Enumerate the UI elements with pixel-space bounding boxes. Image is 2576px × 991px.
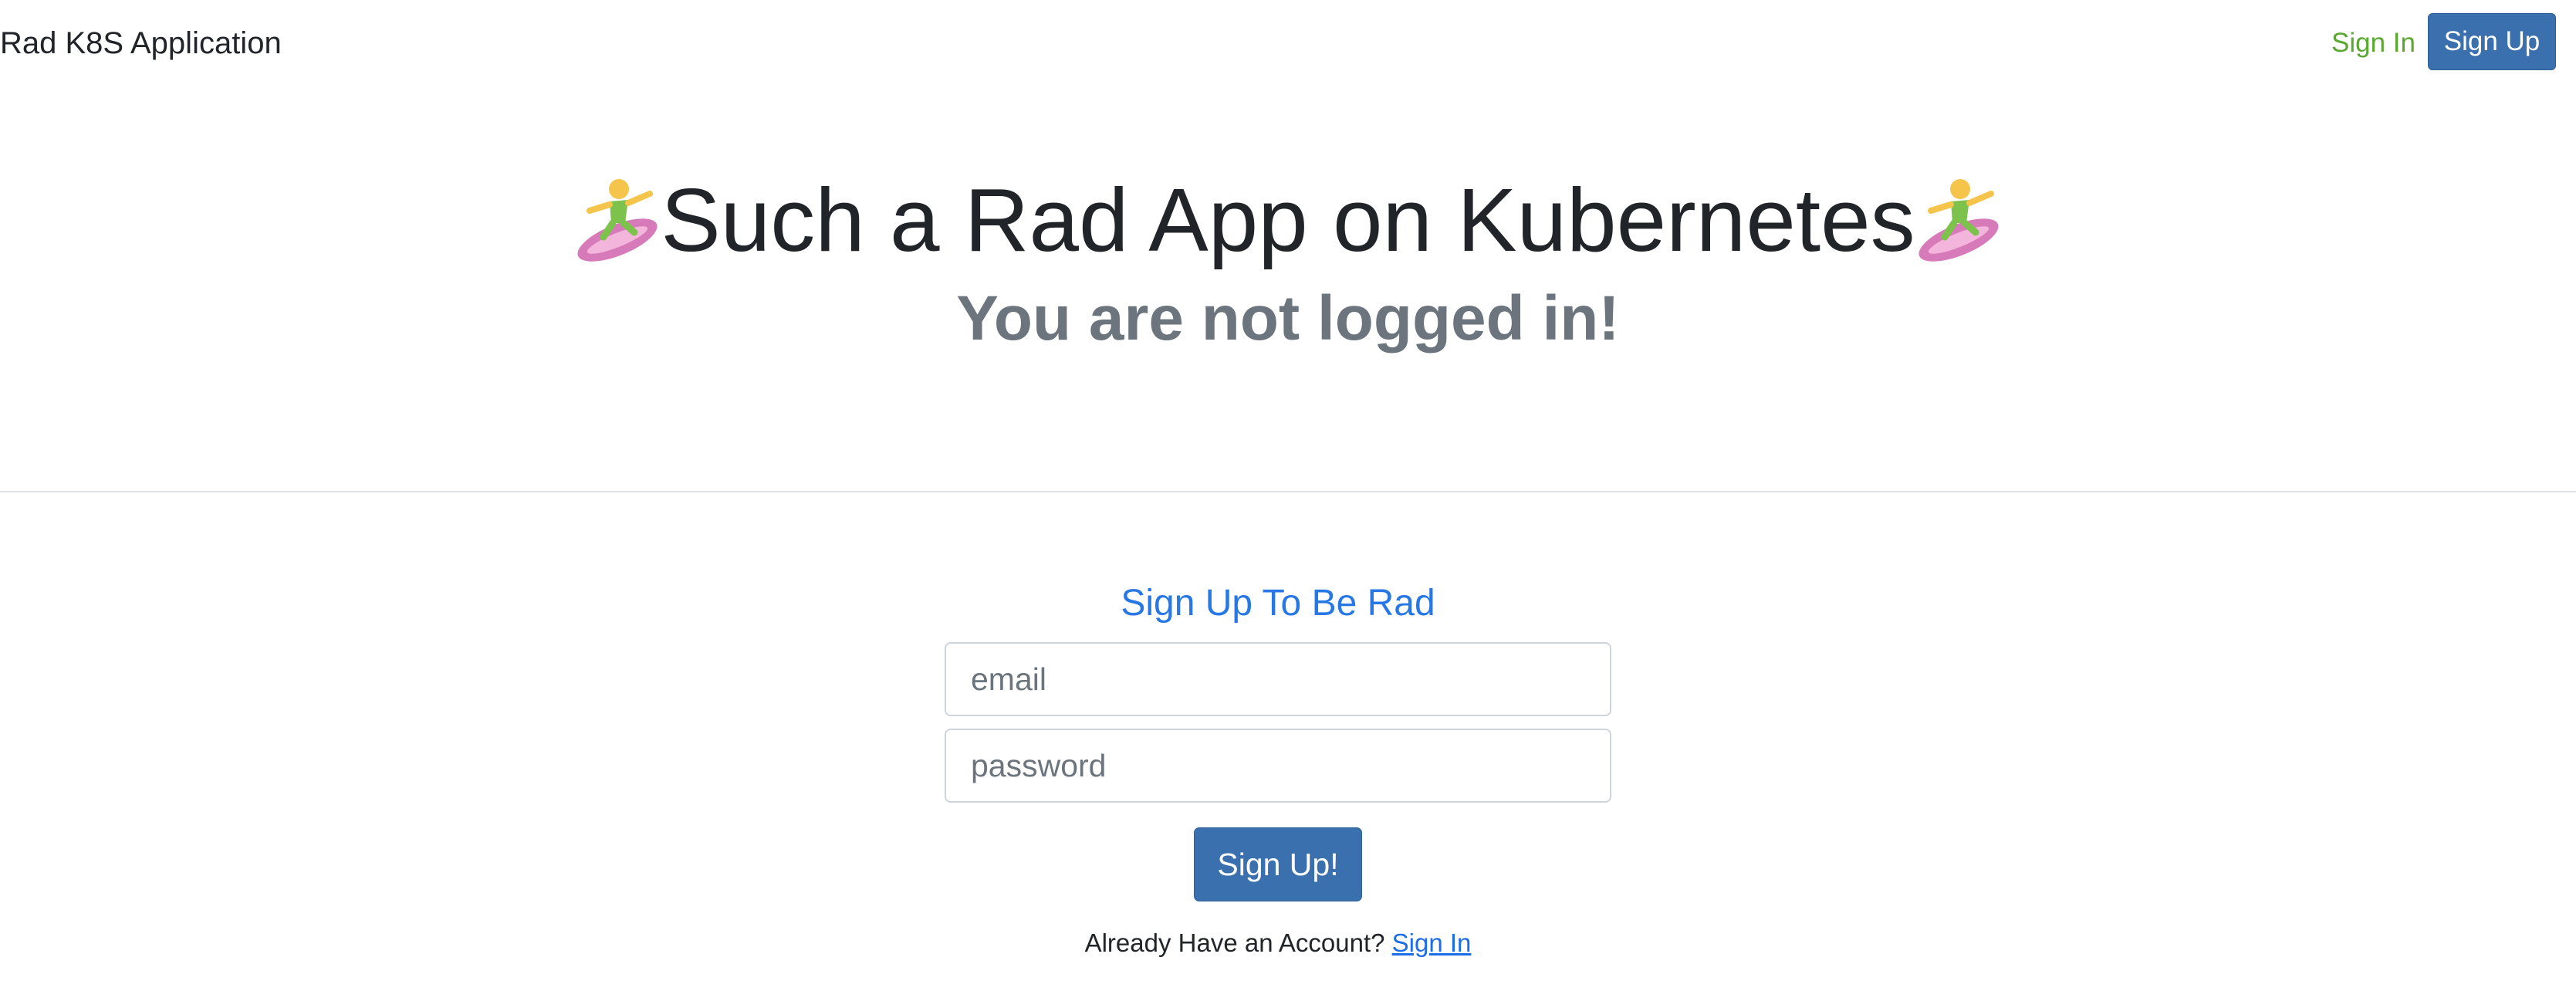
hero-title-text: Such a Rad App on Kubernetes [661,170,1915,270]
signup-submit-button[interactable]: Sign Up! [1194,827,1362,901]
signin-link[interactable]: Sign In [1392,928,1472,957]
signup-form-heading: Sign Up To Be Rad [1121,583,1435,624]
nav-signup-button[interactable]: Sign Up [2428,13,2556,70]
surfer-icon [1918,179,1999,262]
login-status-message: You are not logged in! [956,283,1620,353]
surfer-icon [577,179,658,262]
signin-prompt: Already Have an Account? Sign In [945,928,1611,959]
navbar: Rad K8S Application Sign In Sign Up [0,0,2576,86]
password-field[interactable] [945,729,1611,803]
page-title: Such a Rad App on Kubernetes [574,166,2001,274]
nav-signin-link[interactable]: Sign In [2331,28,2415,59]
hero: Such a Rad App on Kubernetes You are not… [0,166,2576,356]
account-prompt-text: Already Have an Account? [1084,928,1385,957]
brand-title[interactable]: Rad K8S Application [0,26,282,60]
signup-form: Sign Up To Be Rad Sign Up! Already Have … [945,577,1611,959]
email-field[interactable] [945,642,1611,716]
section-divider [0,491,2576,492]
